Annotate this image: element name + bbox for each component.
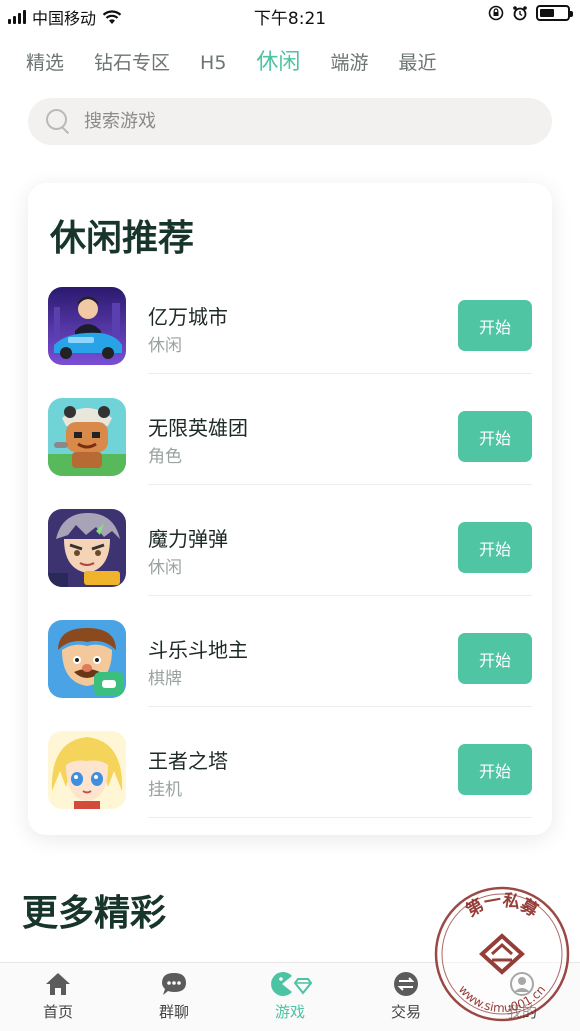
nav-group-chat[interactable]: 群聊 [116, 963, 232, 1031]
card-title: 休闲推荐 [50, 218, 195, 259]
nav-me[interactable]: 我的 [464, 963, 580, 1031]
battery-icon [536, 5, 573, 21]
alarm-icon [513, 6, 527, 21]
divider [148, 817, 532, 818]
game-name: 斗乐斗地主 [148, 638, 248, 662]
svg-text:第一私募: 第一私募 [462, 890, 542, 921]
tower-king-game-icon[interactable] [48, 731, 126, 809]
casual-recommend-card: 休闲推荐 亿万城市 休闲 开始 无限英雄团 角色 开始 魔力弹弹 休闲 开始 斗… [28, 183, 552, 835]
game-row[interactable]: 斗乐斗地主 棋牌 开始 [48, 620, 532, 731]
game-name: 王者之塔 [148, 749, 228, 773]
start-button[interactable]: 开始 [458, 300, 532, 351]
game-tag: 休闲 [148, 558, 182, 578]
game-tag: 挂机 [148, 780, 182, 800]
tab-casual[interactable]: 休闲 [256, 48, 300, 78]
game-row[interactable]: 魔力弹弹 休闲 开始 [48, 509, 532, 620]
game-row[interactable]: 无限英雄团 角色 开始 [48, 398, 532, 509]
card-game-icon[interactable] [48, 620, 126, 698]
city-racing-game-icon[interactable] [48, 287, 126, 365]
start-button[interactable]: 开始 [458, 633, 532, 684]
tab-featured[interactable]: 精选 [26, 48, 64, 78]
magic-bounce-game-icon[interactable] [48, 509, 126, 587]
game-tag: 角色 [148, 447, 182, 467]
stamp-top-text: 第一私募 [462, 890, 542, 921]
nav-label: 游戏 [274, 1003, 305, 1021]
chat-bubble-icon [162, 973, 186, 995]
game-name: 无限英雄团 [148, 416, 248, 440]
divider [148, 595, 532, 596]
nav-games[interactable]: 游戏 [232, 963, 348, 1031]
home-icon [46, 973, 70, 995]
game-pacman-icon [271, 972, 312, 996]
nav-trade[interactable]: 交易 [348, 963, 464, 1031]
tab-client-games[interactable]: 端游 [330, 48, 368, 78]
status-bar: 中国移动 下午8:21 [0, 0, 580, 30]
game-name: 亿万城市 [148, 305, 228, 329]
bottom-nav: 首页 群聊 游戏 交易 我的 [0, 962, 580, 1031]
hero-squad-game-icon[interactable] [48, 398, 126, 476]
divider [148, 484, 532, 485]
start-button[interactable]: 开始 [458, 522, 532, 573]
divider [148, 373, 532, 374]
tab-h5[interactable]: H5 [200, 48, 226, 78]
more-section-title: 更多精彩 [22, 893, 167, 934]
start-button[interactable]: 开始 [458, 744, 532, 795]
status-right [488, 5, 573, 21]
divider [148, 706, 532, 707]
nav-home[interactable]: 首页 [0, 963, 116, 1031]
search-bar[interactable] [28, 98, 552, 145]
nav-label: 我的 [506, 1003, 537, 1021]
tab-diamond-zone[interactable]: 钻石专区 [94, 48, 170, 78]
game-row[interactable]: 亿万城市 休闲 开始 [48, 287, 532, 398]
game-tag: 休闲 [148, 336, 182, 356]
user-icon [510, 972, 534, 996]
nav-label: 交易 [390, 1003, 421, 1021]
search-icon [46, 108, 72, 135]
category-tabs: 精选 钻石专区 H5 休闲 端游 最近 [26, 48, 466, 78]
search-input[interactable] [84, 111, 484, 132]
nav-label: 首页 [42, 1003, 73, 1021]
rotation-lock-icon [488, 5, 504, 21]
exchange-icon [394, 972, 418, 996]
game-row[interactable]: 王者之塔 挂机 开始 [48, 731, 532, 842]
start-button[interactable]: 开始 [458, 411, 532, 462]
game-tag: 棋牌 [148, 669, 182, 689]
tab-recent[interactable]: 最近 [398, 48, 436, 78]
nav-label: 群聊 [158, 1003, 189, 1021]
game-name: 魔力弹弹 [148, 527, 228, 551]
